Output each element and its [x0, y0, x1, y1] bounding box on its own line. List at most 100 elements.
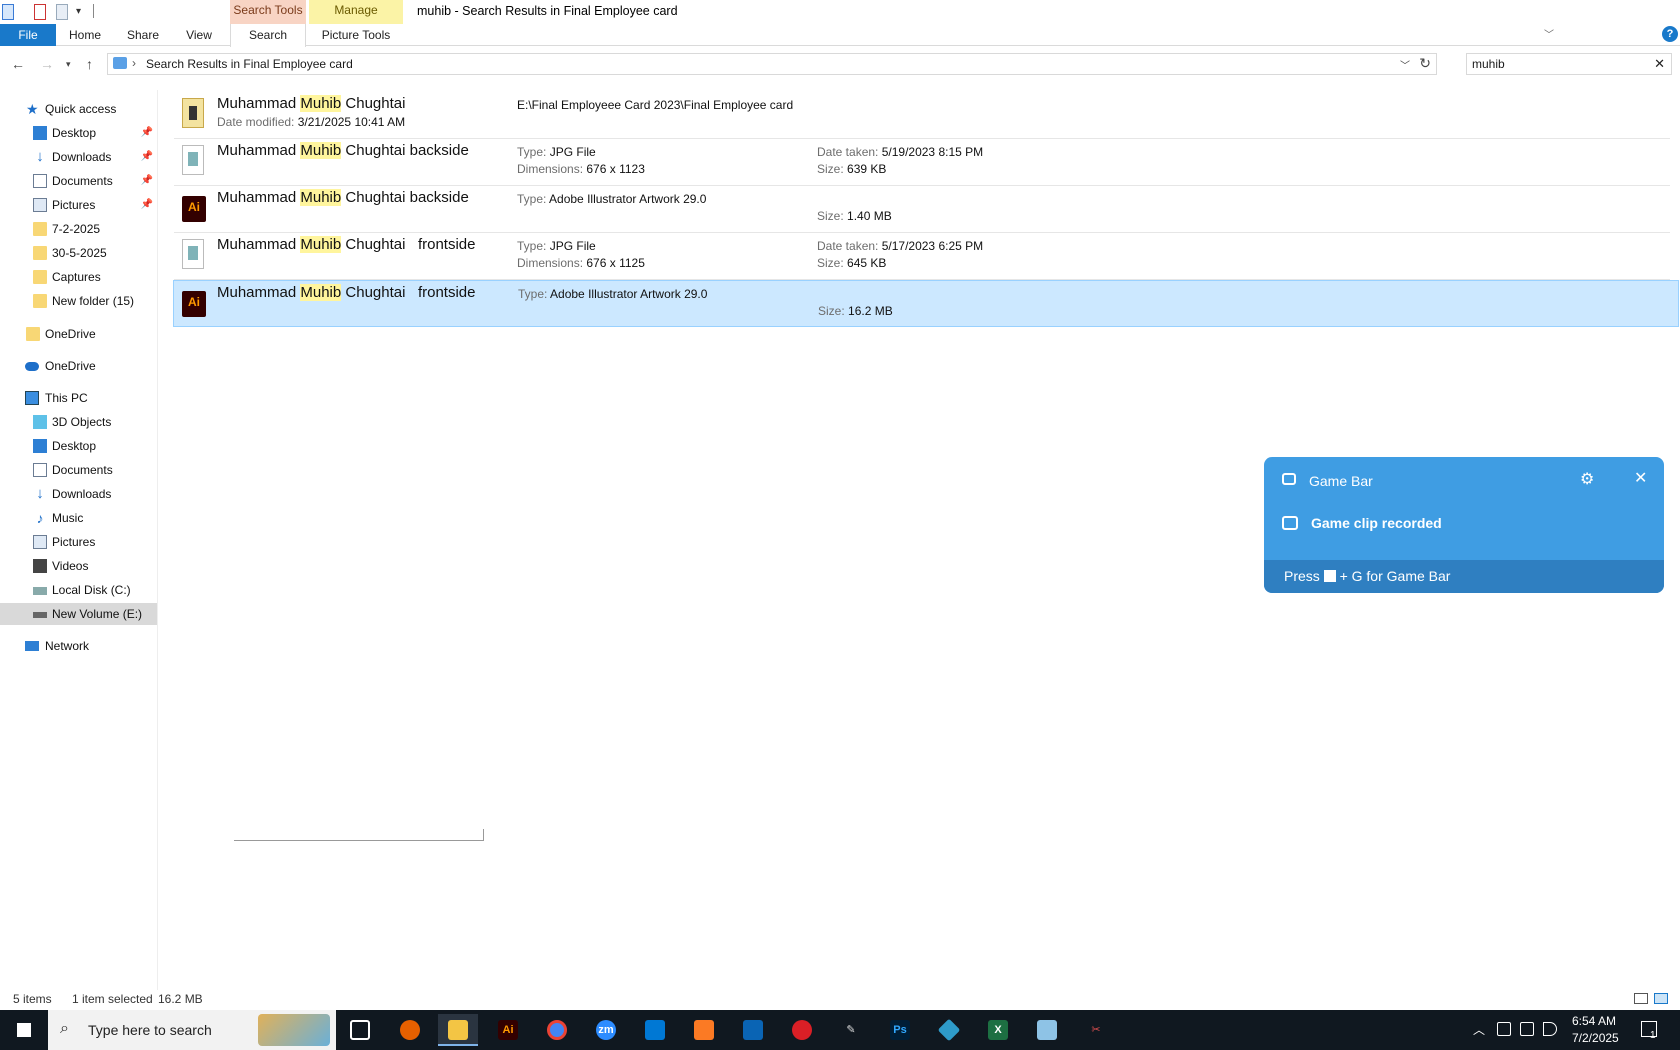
outlook-icon[interactable] — [733, 1014, 773, 1046]
vscode-icon[interactable] — [635, 1014, 675, 1046]
jpg-file-icon — [182, 145, 204, 175]
nav-network[interactable]: Network — [0, 635, 157, 657]
breadcrumb-path[interactable]: Search Results in Final Employee card — [146, 57, 353, 71]
file-row[interactable]: Muhammad Muhib Chughtai backside Type: J… — [174, 139, 1670, 186]
tab-search[interactable]: Search — [230, 24, 306, 47]
task-view-icon[interactable] — [340, 1014, 380, 1046]
toast-hint: Press + G for Game Bar — [1284, 568, 1451, 584]
nav-downloads[interactable]: ↓ Downloads 📌 — [0, 146, 157, 168]
volume-icon[interactable] — [1543, 1022, 1557, 1036]
nav-onedrive-folder[interactable]: OneDrive — [0, 323, 157, 345]
new-folder-quick-icon[interactable] — [56, 4, 68, 20]
properties-quick-icon[interactable] — [34, 4, 46, 20]
nav-this-pc[interactable]: This PC — [0, 387, 157, 409]
close-icon[interactable]: ✕ — [1634, 468, 1647, 488]
nav-documents[interactable]: Documents 📌 — [0, 170, 157, 192]
explorer-app-icon[interactable] — [2, 4, 14, 20]
nav-pc-documents[interactable]: Documents — [0, 459, 157, 481]
manage-context-label: Manage — [309, 0, 403, 24]
creative-cloud-icon[interactable] — [782, 1014, 822, 1046]
address-bar[interactable]: › Search Results in Final Employee card … — [107, 53, 1437, 75]
file-row[interactable]: Muhammad Muhib Chughtai frontside Type: … — [174, 233, 1670, 280]
nav-folder-new-folder-15[interactable]: New folder (15) — [0, 290, 157, 312]
taskbar-search-box[interactable]: ⌕ Type here to search — [48, 1010, 336, 1050]
nav-pc-desktop[interactable]: Desktop — [0, 435, 157, 457]
snipping-tool-icon[interactable]: ✂ — [1076, 1014, 1116, 1046]
firefox-icon[interactable] — [390, 1014, 430, 1046]
taskbar: ⌕ Type here to search Ai zm ✎ Ps X ✂ ︿ 6… — [0, 1010, 1680, 1050]
nav-new-volume-e[interactable]: New Volume (E:) — [0, 603, 157, 625]
file-explorer-icon[interactable] — [438, 1014, 478, 1046]
nav-label: Network — [45, 639, 90, 653]
clock-date[interactable]: 7/2/2025 — [1572, 1031, 1619, 1045]
title-bar: ▾ Search Tools Manage muhib - Search Res… — [0, 0, 1680, 24]
refresh-icon[interactable]: ↻ — [1419, 55, 1431, 72]
zoom-icon[interactable]: zm — [586, 1014, 626, 1046]
start-button[interactable] — [0, 1010, 48, 1050]
nav-pictures[interactable]: Pictures 📌 — [0, 194, 157, 216]
capture-icon — [1282, 516, 1298, 530]
file-row[interactable]: Ai Muhammad Muhib Chughtai backside Type… — [174, 186, 1670, 233]
tray-overflow-chevron-icon[interactable]: ︿ — [1473, 1021, 1485, 1038]
tab-picture-tools[interactable]: Picture Tools — [309, 24, 403, 46]
excel-icon[interactable]: X — [978, 1014, 1018, 1046]
file-row-selected[interactable]: Ai Muhammad Muhib Chughtai frontside Typ… — [173, 280, 1679, 327]
selection-size: 16.2 MB — [158, 992, 203, 1006]
tab-share[interactable]: Share — [118, 24, 168, 46]
breadcrumb-separator[interactable]: › — [132, 56, 136, 70]
nav-folder-captures[interactable]: Captures — [0, 266, 157, 288]
tab-home[interactable]: Home — [60, 24, 110, 46]
nav-pc-pictures[interactable]: Pictures — [0, 531, 157, 553]
up-arrow-icon[interactable]: ↑ — [86, 56, 93, 72]
clock-time[interactable]: 6:54 AM — [1572, 1014, 1616, 1028]
file-size: Size: 1.40 MB — [817, 209, 892, 223]
gear-icon[interactable]: ⚙ — [1580, 469, 1594, 489]
nav-videos[interactable]: Videos — [0, 555, 157, 577]
nav-pc-downloads[interactable]: ↓ Downloads — [0, 483, 157, 505]
search-highlight: Muhib — [300, 95, 342, 112]
nav-folder-30-5-2025[interactable]: 30-5-2025 — [0, 242, 157, 264]
clear-search-close-icon[interactable]: ✕ — [1654, 56, 1665, 72]
back-arrow-icon[interactable]: ← — [11, 56, 25, 72]
customize-qat-chevron-icon[interactable]: ▾ — [76, 4, 86, 20]
file-name: Muhammad Muhib Chughtai frontside — [217, 236, 476, 253]
tab-view[interactable]: View — [174, 24, 224, 46]
game-bar-toast[interactable]: Game Bar ⚙ ✕ Game clip recorded Press + … — [1264, 457, 1664, 593]
defender-tray-icon[interactable] — [1497, 1022, 1511, 1036]
chrome-icon[interactable] — [537, 1014, 577, 1046]
nav-folder-7-2-2025[interactable]: 7-2-2025 — [0, 218, 157, 240]
pen-tool-icon[interactable]: ✎ — [831, 1014, 871, 1046]
notepad-icon[interactable] — [1027, 1014, 1067, 1046]
large-icons-view-icon[interactable] — [1654, 993, 1668, 1004]
file-row[interactable]: Muhammad Muhib Chughtai Date modified: 3… — [174, 92, 1670, 139]
file-size: Size: 16.2 MB — [818, 304, 893, 318]
cloud-icon — [25, 362, 39, 371]
address-dropdown-chevron-icon[interactable]: ﹀ — [1400, 57, 1410, 72]
search-query[interactable]: muhib — [1472, 57, 1505, 71]
nav-local-disk-c[interactable]: Local Disk (C:) — [0, 579, 157, 601]
blue-app-icon[interactable] — [929, 1014, 969, 1046]
help-icon[interactable]: ? — [1662, 26, 1678, 42]
drive-icon — [33, 612, 47, 618]
search-input[interactable]: muhib ✕ — [1466, 53, 1672, 75]
windows-logo-icon — [17, 1023, 31, 1037]
recent-locations-chevron-icon[interactable]: ▾ — [66, 59, 71, 70]
network-tray-icon[interactable] — [1520, 1022, 1534, 1036]
taskbar-search-placeholder[interactable]: Type here to search — [88, 1022, 212, 1038]
nav-desktop[interactable]: Desktop 📌 — [0, 122, 157, 144]
file-name: Muhammad Muhib Chughtai frontside — [217, 284, 476, 301]
forward-arrow-icon[interactable]: → — [40, 56, 54, 72]
photoshop-icon[interactable]: Ps — [880, 1014, 920, 1046]
nav-3d-objects[interactable]: 3D Objects — [0, 411, 157, 433]
expand-ribbon-chevron-icon[interactable]: ﹀ — [1544, 26, 1554, 41]
nav-onedrive[interactable]: OneDrive — [0, 355, 157, 377]
nav-quick-access[interactable]: ★ Quick access — [0, 98, 157, 120]
tab-file[interactable]: File — [0, 24, 56, 46]
nav-label: New folder (15) — [52, 294, 135, 308]
details-view-icon[interactable] — [1634, 993, 1648, 1004]
nav-music[interactable]: ♪ Music — [0, 507, 157, 529]
xampp-icon[interactable] — [684, 1014, 724, 1046]
date-taken: Date taken: 5/19/2023 8:15 PM — [817, 145, 984, 159]
illustrator-icon[interactable]: Ai — [488, 1014, 528, 1046]
nav-label: 30-5-2025 — [52, 246, 107, 260]
